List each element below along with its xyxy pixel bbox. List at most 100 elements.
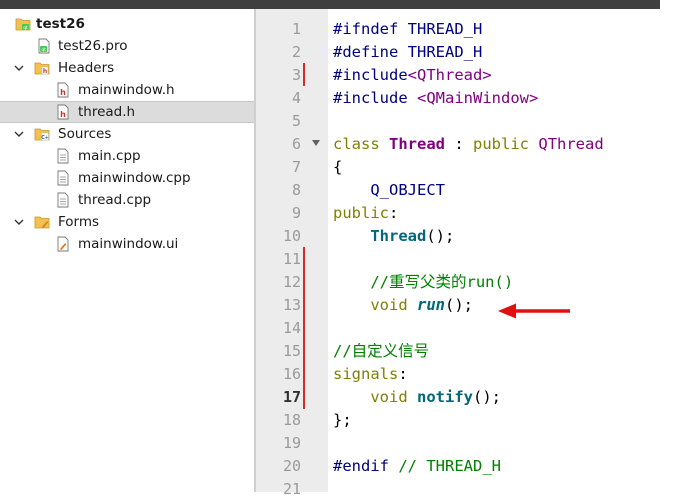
code-line[interactable]: void notify(); xyxy=(333,386,501,409)
code-token: THREAD_H xyxy=(407,43,483,61)
tree-item-sources-folder[interactable]: C+ Sources xyxy=(0,123,254,145)
change-marker xyxy=(303,247,305,409)
code-token: void xyxy=(370,388,408,406)
code-token: #include xyxy=(333,89,408,107)
line-number: 19 xyxy=(282,434,301,452)
code-line[interactable]: }; xyxy=(333,409,352,432)
code-token: <QMainWindow> xyxy=(417,89,539,107)
line-number: 1 xyxy=(291,20,301,38)
code-line[interactable]: void run(); xyxy=(333,294,473,317)
line-number: 21 xyxy=(282,480,301,498)
code-token: (); xyxy=(473,388,501,406)
source-file-icon xyxy=(57,148,69,164)
tree-item-file[interactable]: thread.cpp xyxy=(0,189,254,211)
code-token: class xyxy=(333,135,380,153)
code-token: #define xyxy=(333,43,399,61)
tree-label: main.cpp xyxy=(78,148,141,164)
code-token: public xyxy=(333,204,389,222)
forms-folder-icon xyxy=(34,216,50,229)
line-number: 10 xyxy=(282,227,301,245)
form-file-icon xyxy=(57,236,69,252)
code-token: THREAD_H xyxy=(407,20,483,38)
code-token: Thread xyxy=(389,135,446,153)
code-line[interactable]: //自定义信号 xyxy=(333,340,429,363)
window-top-strip xyxy=(0,0,660,9)
code-token: (); xyxy=(445,296,473,314)
tree-label: test26 xyxy=(36,16,85,32)
code-token: }; xyxy=(333,411,352,429)
fold-marker-icon[interactable] xyxy=(312,140,320,146)
chevron-down-icon[interactable] xyxy=(13,62,25,74)
source-file-icon xyxy=(57,192,69,208)
code-token: : xyxy=(398,365,408,383)
code-line[interactable]: { xyxy=(333,156,342,179)
red-arrow-annotation xyxy=(498,303,570,319)
code-line[interactable]: class Thread : public QThread xyxy=(333,133,604,156)
line-number: 6 xyxy=(291,135,301,153)
code-token: : xyxy=(389,204,399,222)
tree-label: Sources xyxy=(58,126,112,142)
code-token: // THREAD_H xyxy=(398,457,501,475)
tree-item-file[interactable]: mainwindow.ui xyxy=(0,233,254,255)
line-number: 17 xyxy=(282,388,301,406)
source-file-icon xyxy=(57,170,69,186)
code-token: run xyxy=(417,296,445,314)
svg-text:h: h xyxy=(43,68,47,75)
line-number: 2 xyxy=(291,43,301,61)
code-line[interactable]: #include <QMainWindow> xyxy=(333,87,538,110)
code-token: notify xyxy=(417,388,473,406)
code-line[interactable]: #define THREAD_H xyxy=(333,41,482,64)
tree-item-file[interactable]: h mainwindow.h xyxy=(0,79,254,101)
code-line[interactable]: #ifndef THREAD_H xyxy=(333,18,482,41)
code-token: public xyxy=(473,135,530,153)
line-number: 11 xyxy=(282,250,301,268)
tree-item-pro-file[interactable]: qt test26.pro xyxy=(0,35,254,57)
code-line[interactable]: #include<QThread> xyxy=(333,64,492,87)
line-number: 7 xyxy=(291,158,301,176)
project-tree[interactable]: qt test26 qt test26.pro h Headers h main… xyxy=(0,9,254,492)
tree-item-file[interactable]: main.cpp xyxy=(0,145,254,167)
code-token: (); xyxy=(426,227,455,245)
line-number: 3 xyxy=(291,66,301,84)
tree-item-file[interactable]: mainwindow.cpp xyxy=(0,167,254,189)
code-token: #endif xyxy=(333,457,389,475)
code-token: { xyxy=(333,158,343,176)
svg-text:qt: qt xyxy=(23,25,28,31)
line-number: 14 xyxy=(282,319,301,337)
code-token: void xyxy=(370,296,408,314)
svg-text:qt: qt xyxy=(41,47,46,53)
code-token: //自定义信号 xyxy=(333,342,430,360)
code-token: #ifndef xyxy=(333,20,399,38)
line-number: 18 xyxy=(282,411,301,429)
tree-label: mainwindow.h xyxy=(78,82,175,98)
tree-item-headers-folder[interactable]: h Headers xyxy=(0,57,254,79)
tree-item-project-root[interactable]: qt test26 xyxy=(0,13,254,35)
tree-item-file-selected[interactable]: h thread.h xyxy=(0,101,254,123)
sources-folder-icon: C+ xyxy=(34,128,50,141)
project-folder-icon: qt xyxy=(15,18,31,31)
tree-label: test26.pro xyxy=(58,38,128,54)
code-line[interactable]: #endif // THREAD_H xyxy=(333,455,501,478)
code-line[interactable]: Thread(); xyxy=(333,225,454,248)
code-line[interactable]: Q_OBJECT xyxy=(333,179,445,202)
code-line[interactable]: //重写父类的run() xyxy=(333,271,513,294)
line-number: 16 xyxy=(282,365,301,383)
tree-item-forms-folder[interactable]: Forms xyxy=(0,211,254,233)
chevron-down-icon[interactable] xyxy=(13,128,25,140)
svg-text:h: h xyxy=(60,88,66,97)
code-token: //重写父类的run() xyxy=(370,273,514,291)
tree-label: Headers xyxy=(58,60,115,76)
chevron-down-icon[interactable] xyxy=(13,216,25,228)
code-token: <QThread> xyxy=(407,66,492,84)
code-line[interactable]: public: xyxy=(333,202,398,225)
code-line[interactable]: signals: xyxy=(333,363,408,386)
